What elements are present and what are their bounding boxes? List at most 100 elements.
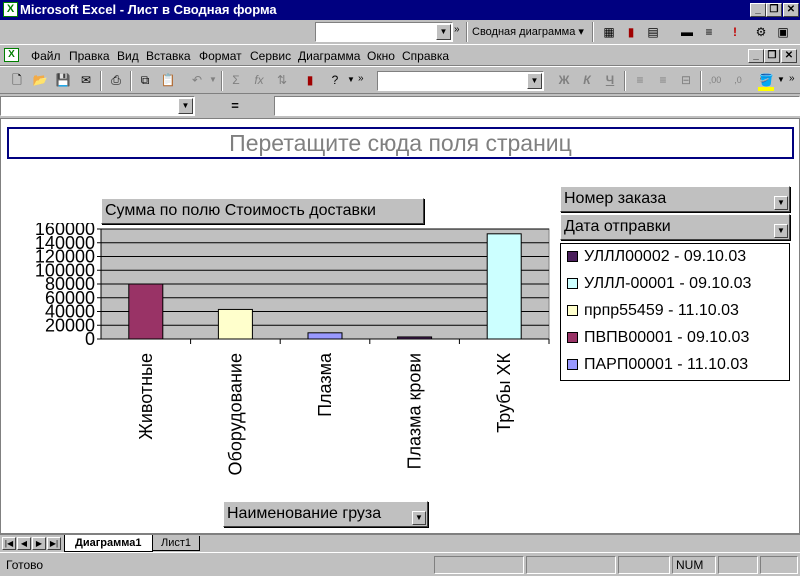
- formula-equals[interactable]: =: [198, 96, 272, 116]
- next-sheet-icon[interactable]: ▶: [32, 537, 46, 550]
- bold-icon[interactable]: Ж: [553, 70, 575, 90]
- menu-chart[interactable]: Диаграмма: [298, 49, 360, 63]
- pivot-chart-menu-button[interactable]: Сводная диаграмма ▾: [472, 25, 584, 38]
- more-buttons-icon[interactable]: »: [454, 24, 460, 35]
- menu-tools[interactable]: Сервис: [250, 49, 291, 63]
- page-fields-drop-zone[interactable]: Перетащите сюда поля страниц: [7, 127, 794, 159]
- chevron-down-icon[interactable]: ▼: [412, 511, 426, 525]
- new-icon[interactable]: 🗋: [6, 70, 28, 90]
- show-field-list-icon[interactable]: ▣: [772, 22, 794, 42]
- doc-restore-button[interactable]: ❐: [764, 49, 780, 63]
- menu-help[interactable]: Справка: [402, 49, 449, 63]
- print-icon[interactable]: ⎙: [105, 70, 127, 90]
- chart-sheet: Перетащите сюда поля страниц Сумма по по…: [0, 118, 800, 534]
- chevron-down-icon[interactable]: ▼: [774, 224, 788, 238]
- chevron-down-icon[interactable]: ▼: [774, 196, 788, 210]
- tab-sheet1[interactable]: Лист1: [152, 536, 201, 551]
- x-tick-label: Плазма: [315, 352, 335, 417]
- copy-icon[interactable]: ⧉: [134, 70, 156, 90]
- decrease-decimal-icon[interactable]: ,0: [727, 70, 749, 90]
- italic-icon[interactable]: К: [576, 70, 598, 90]
- legend-label: ПВПВ00001 - 09.10.03: [584, 329, 750, 346]
- show-detail-icon[interactable]: ≡: [698, 22, 720, 42]
- series-field-label: Номер заказа: [564, 190, 667, 207]
- sort-icon[interactable]: ⇅: [271, 70, 293, 90]
- underline-icon[interactable]: Ч: [599, 70, 621, 90]
- y-tick-label: 160000: [35, 223, 95, 239]
- email-icon[interactable]: ✉: [75, 70, 97, 90]
- menu-window[interactable]: Окно: [367, 49, 395, 63]
- series-field-label: Дата отправки: [564, 218, 671, 235]
- series-field-button-order[interactable]: Номер заказа ▼: [560, 186, 790, 212]
- series-field-button-date[interactable]: Дата отправки ▼: [560, 214, 790, 240]
- undo-dropdown-icon[interactable]: ▼: [209, 75, 217, 84]
- legend-item[interactable]: ПВПВ00001 - 09.10.03: [567, 329, 749, 347]
- pivot-wizard-icon[interactable]: ▤: [642, 22, 664, 42]
- menu-format[interactable]: Формат: [199, 49, 242, 63]
- font-name-combo[interactable]: ▼: [377, 71, 544, 91]
- legend-label: УЛЛЛ-00001 - 09.10.03: [584, 275, 752, 292]
- autosum-icon[interactable]: Σ: [225, 70, 247, 90]
- undo-icon[interactable]: ↶: [186, 70, 208, 90]
- align-center-icon[interactable]: ≡: [652, 70, 674, 90]
- prev-sheet-icon[interactable]: ◀: [17, 537, 31, 550]
- x-tick-label: Плазма крови: [405, 353, 425, 469]
- fill-color-swatch: [758, 87, 774, 91]
- chart-objects-combo[interactable]: ▼: [315, 22, 453, 42]
- merge-center-icon[interactable]: ⊟: [675, 70, 697, 90]
- chart-wizard-icon[interactable]: ▮: [299, 70, 321, 90]
- minimize-button[interactable]: _: [750, 3, 766, 17]
- toolbar-separator: [624, 71, 626, 91]
- align-left-icon[interactable]: ≡: [629, 70, 651, 90]
- help-icon[interactable]: ?: [324, 70, 346, 90]
- last-sheet-icon[interactable]: ▶|: [47, 537, 61, 550]
- format-report-icon[interactable]: ▦: [598, 22, 620, 42]
- legend-item[interactable]: УЛЛЛ00002 - 09.10.03: [567, 248, 746, 266]
- chevron-down-icon[interactable]: ▼: [527, 73, 542, 89]
- legend-item[interactable]: УЛЛЛ-00001 - 09.10.03: [567, 275, 751, 293]
- toolbar-separator: [466, 22, 468, 42]
- sheet-tabs-bar: |◀ ◀ ▶ ▶| Диаграмма1 Лист1: [0, 534, 800, 552]
- fill-dropdown-icon[interactable]: ▼: [777, 75, 785, 84]
- refresh-data-icon[interactable]: !: [724, 22, 746, 42]
- chart-wizard-icon[interactable]: ▮: [620, 22, 642, 42]
- restore-button[interactable]: ❐: [766, 3, 782, 17]
- menu-file[interactable]: Файл: [31, 49, 61, 63]
- doc-minimize-button[interactable]: _: [748, 49, 764, 63]
- more-buttons-icon[interactable]: »: [358, 73, 364, 84]
- status-panel: [718, 556, 758, 574]
- menu-insert[interactable]: Вставка: [146, 49, 191, 63]
- menu-bar: X Файл Правка Вид Вставка Формат Сервис …: [0, 44, 800, 66]
- excel-icon[interactable]: X: [3, 2, 18, 17]
- plot-area: 0200004000060000800001000001200001400001…: [35, 223, 550, 475]
- standard-toolbar: 🗋 📂 💾 ✉ ⎙ ⧉ 📋 ↶ ▼ Σ fx ⇅ ▮ ? ▼ » ▼ Ж К Ч…: [0, 66, 800, 94]
- menu-view[interactable]: Вид: [117, 49, 139, 63]
- increase-decimal-icon[interactable]: ,00: [704, 70, 726, 90]
- bar: [128, 283, 164, 340]
- name-box[interactable]: ▼: [0, 96, 195, 116]
- chevron-down-icon[interactable]: ▼: [436, 24, 451, 40]
- category-field-button[interactable]: Наименование груза ▼: [223, 501, 428, 527]
- more-buttons-icon[interactable]: »: [789, 73, 795, 84]
- menu-edit[interactable]: Правка: [69, 49, 110, 63]
- field-settings-icon[interactable]: ⚙: [750, 22, 772, 42]
- chevron-down-icon[interactable]: ▼: [178, 98, 193, 114]
- first-sheet-icon[interactable]: |◀: [2, 537, 16, 550]
- toolbar-separator: [592, 22, 594, 42]
- hide-detail-icon[interactable]: ▬: [676, 22, 698, 42]
- legend-item[interactable]: ПАРП00001 - 11.10.03: [567, 356, 748, 374]
- bar: [397, 336, 433, 340]
- open-icon[interactable]: 📂: [29, 70, 51, 90]
- doc-close-button[interactable]: ✕: [781, 49, 797, 63]
- help-dropdown-icon[interactable]: ▼: [347, 75, 355, 84]
- chart-legend[interactable]: УЛЛЛ00002 - 09.10.03 УЛЛЛ-00001 - 09.10.0…: [560, 243, 790, 381]
- tab-chart1[interactable]: Диаграмма1: [64, 535, 153, 552]
- formula-input[interactable]: [274, 96, 800, 116]
- excel-doc-icon[interactable]: X: [4, 48, 19, 62]
- data-field-button[interactable]: Сумма по полю Стоимость доставки: [101, 198, 424, 224]
- function-icon[interactable]: fx: [248, 70, 270, 90]
- legend-item[interactable]: прпр55459 - 11.10.03: [567, 302, 739, 320]
- close-button[interactable]: ✕: [783, 3, 799, 17]
- save-icon[interactable]: 💾: [52, 70, 74, 90]
- paste-icon[interactable]: 📋: [157, 70, 179, 90]
